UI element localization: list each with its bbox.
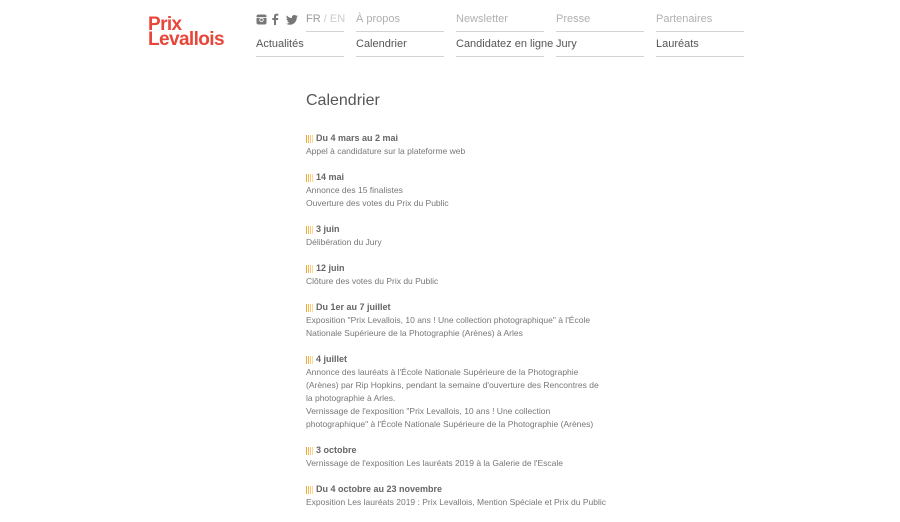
event-date-row: 3 juin (306, 223, 606, 236)
event-item: Du 1er au 7 juillet Exposition "Prix Leva… (306, 301, 606, 340)
bars-icon (306, 355, 315, 364)
event-description-line: Vernissage de l'exposition Les lauréats … (306, 458, 563, 468)
nav-laureats[interactable]: Lauréats (656, 37, 744, 57)
event-description: Exposition "Prix Levallois, 10 ans ! Une… (306, 314, 606, 340)
event-item: 3 octobre Vernissage de l'exposition Les … (306, 444, 606, 470)
lang-fr[interactable]: FR (306, 13, 321, 25)
bars-icon (306, 446, 315, 455)
nav-actualites[interactable]: Actualités (256, 37, 344, 57)
social-links (256, 11, 298, 25)
nav-calendrier[interactable]: Calendrier (356, 37, 444, 57)
event-description: Annonce des lauréats à l'École Nationale… (306, 366, 606, 431)
event-item: Du 4 mars au 2 mai Appel à candidature su… (306, 132, 606, 158)
event-date: Du 4 mars au 2 mai (316, 133, 399, 143)
event-item: 3 juin Délibération du Jury (306, 223, 606, 249)
event-date: 12 juin (316, 263, 345, 273)
facebook-icon[interactable] (271, 12, 282, 25)
event-list: Du 4 mars au 2 mai Appel à candidature su… (306, 132, 606, 509)
event-description: Exposition Les lauréats 2019 : Prix Leva… (306, 496, 606, 509)
bars-icon (306, 134, 315, 143)
event-date-row: Du 1er au 7 juillet (306, 301, 606, 314)
event-item: 4 juillet Annonce des lauréats à l'École … (306, 353, 606, 431)
event-date: 3 octobre (316, 445, 357, 455)
lang-separator: / (323, 13, 327, 25)
event-description-line: Exposition "Prix Levallois, 10 ans ! Une… (306, 315, 591, 325)
logo[interactable]: Prix Levallois (148, 15, 230, 51)
nav-candidatez-en-ligne[interactable]: Candidatez en ligne (456, 37, 553, 57)
event-description-line: photographique" à l'École Nationale Supé… (306, 419, 594, 429)
event-description-line: Nationale Supérieure de la Photographie … (306, 328, 523, 338)
event-description-line: Appel à candidature sur la plateforme we… (306, 146, 466, 156)
nav-a-propos[interactable]: À propos (356, 12, 444, 32)
lang-en[interactable]: EN (330, 13, 345, 25)
event-description: Délibération du Jury (306, 236, 606, 249)
event-date-row: 4 juillet (306, 353, 606, 366)
event-item: 12 juin Clôture des votes du Prix du Publ… (306, 262, 606, 288)
nav-newsletter[interactable]: Newsletter (456, 12, 544, 32)
bars-icon (306, 264, 315, 273)
main-content: Calendrier Du 4 mars au 2 mai Appel à can… (306, 92, 606, 522)
event-description-line: Délibération du Jury (306, 237, 382, 247)
page-title: Calendrier (306, 92, 380, 109)
event-date: Du 1er au 7 juillet (316, 302, 391, 312)
nav-partenaires[interactable]: Partenaires (656, 12, 744, 32)
event-date: 14 mai (316, 172, 345, 182)
event-item: 14 mai Annonce des 15 finalistes Ouverture… (306, 171, 606, 210)
twitter-icon[interactable] (286, 12, 298, 25)
event-description-line: (Arènes) par Rip Hopkins, pendant la sem… (306, 380, 599, 390)
bars-icon (306, 303, 315, 312)
event-date-row: Du 4 octobre au 23 novembre (306, 483, 606, 496)
event-description-line: Clôture des votes du Prix du Public (306, 276, 439, 286)
event-description-line: Ouverture des votes du Prix du Public (306, 198, 449, 208)
event-date: 3 juin (316, 224, 340, 234)
event-date-row: Du 4 mars au 2 mai (306, 132, 606, 145)
nav-presse[interactable]: Presse (556, 12, 644, 32)
event-description-line: Vernissage de l'exposition "Prix Levallo… (306, 406, 551, 416)
event-item: Du 4 octobre au 23 novembre Exposition Le… (306, 483, 606, 509)
language-switcher: FR / EN (306, 12, 345, 32)
event-description-line: Annonce des 15 finalistes (306, 185, 403, 195)
event-description: Annonce des 15 finalistes Ouverture des v… (306, 184, 606, 210)
logo-line2: Levallois (148, 29, 225, 50)
bars-icon (306, 173, 315, 182)
instagram-icon[interactable] (256, 12, 267, 25)
bars-icon (306, 485, 315, 494)
event-description: Clôture des votes du Prix du Public (306, 275, 606, 288)
event-date-row: 12 juin (306, 262, 606, 275)
event-description-line: la photographie à Arles. (306, 393, 396, 403)
event-description-line: Annonce des lauréats à l'École Nationale… (306, 367, 579, 377)
bars-icon (306, 225, 315, 234)
event-date-row: 14 mai (306, 171, 606, 184)
event-date-row: 3 octobre (306, 444, 606, 457)
nav-jury[interactable]: Jury (556, 37, 644, 57)
event-date: Du 4 octobre au 23 novembre (316, 484, 443, 494)
event-description-line: Exposition Les lauréats 2019 : Prix Leva… (306, 497, 607, 507)
event-description: Appel à candidature sur la plateforme we… (306, 145, 606, 158)
event-date: 4 juillet (316, 354, 348, 364)
event-description: Vernissage de l'exposition Les lauréats … (306, 457, 606, 470)
